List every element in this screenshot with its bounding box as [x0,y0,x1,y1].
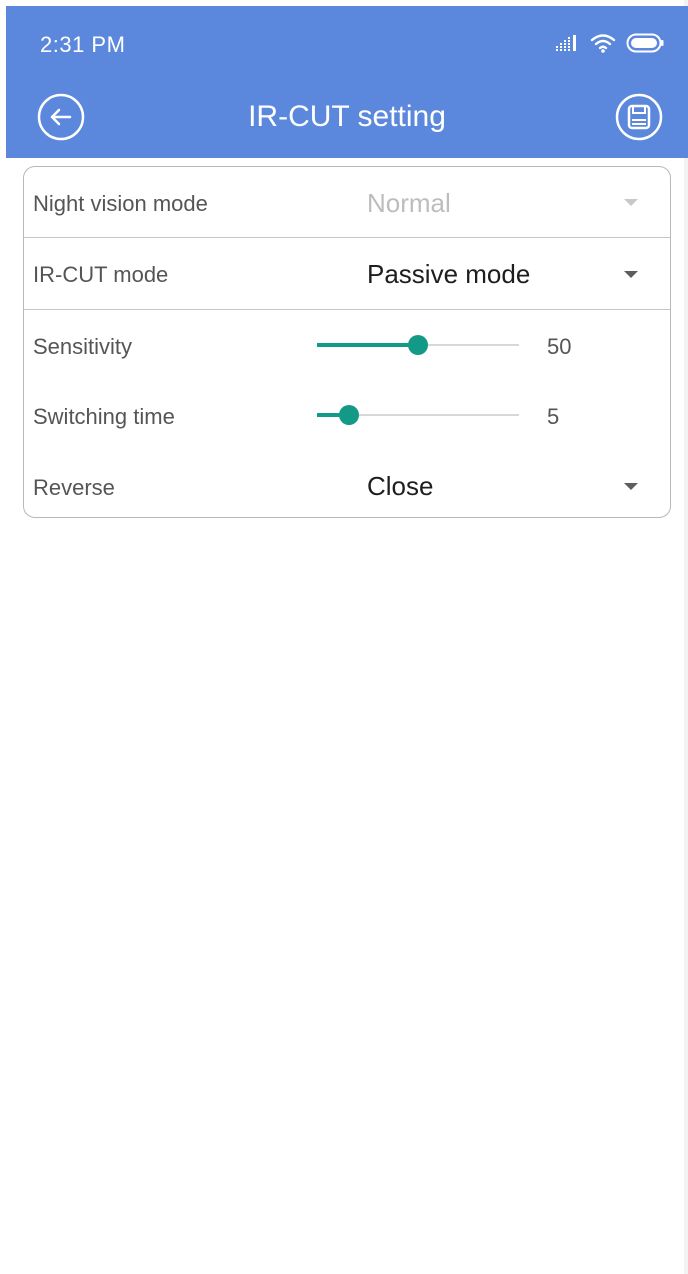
night-vision-row[interactable]: Night vision mode Normal [24,167,670,237]
night-vision-value: Normal [367,188,451,218]
dropdown-arrow-icon [624,199,638,206]
ircut-mode-row[interactable]: IR-CUT mode Passive mode [24,238,670,309]
page-title: IR-CUT setting [248,100,446,133]
switching-time-row: Switching time 5 [24,380,670,450]
switching-time-slider[interactable] [317,403,519,427]
app-header: 2:31 PM IR-CUT setting [6,6,688,158]
dropdown-arrow-icon [624,483,638,490]
settings-card: Night vision mode Normal IR-CUT mode Pas… [23,166,671,518]
sensitivity-label: Sensitivity [33,334,133,359]
night-vision-label: Night vision mode [33,191,208,216]
sensitivity-value: 50 [547,334,572,359]
ircut-mode-value: Passive mode [367,259,531,289]
slider-fill [317,343,418,347]
reverse-row[interactable]: Reverse Close [24,450,670,518]
save-icon [615,93,663,141]
dropdown-arrow-icon [624,271,638,278]
wifi-icon [590,33,616,53]
ircut-mode-label: IR-CUT mode [33,262,169,287]
reverse-value: Close [367,471,434,501]
save-button[interactable] [614,92,664,142]
signal-icon [556,35,580,51]
battery-icon [626,33,664,53]
status-icons [556,28,664,58]
switching-time-label: Switching time [33,404,175,429]
sensitivity-row: Sensitivity 50 [24,310,670,380]
status-time: 2:31 PM [40,32,126,57]
screen-edge [684,0,688,1274]
slider-thumb[interactable] [408,335,428,355]
reverse-label: Reverse [33,475,115,500]
slider-thumb[interactable] [339,405,360,425]
sensitivity-slider[interactable] [317,333,519,357]
switching-time-value: 5 [547,404,560,429]
